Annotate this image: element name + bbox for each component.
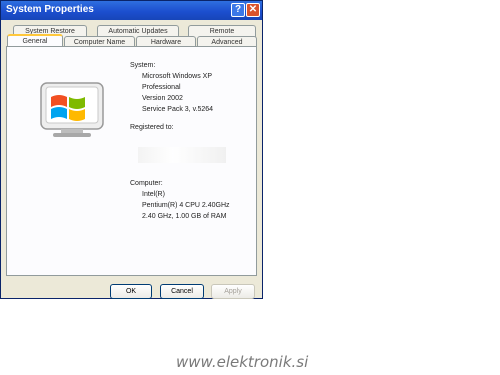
computer-line-ram: 2.40 GHz, 1.00 GB of RAM bbox=[142, 213, 227, 220]
help-icon[interactable]: ? bbox=[231, 3, 245, 17]
registered-heading: Registered to: bbox=[130, 124, 174, 131]
system-line-version: Version 2002 bbox=[142, 95, 183, 102]
close-icon[interactable]: ✕ bbox=[246, 3, 260, 17]
computer-line-vendor: Intel(R) bbox=[142, 191, 165, 198]
system-properties-window: System Properties ? ✕ System Restore Aut… bbox=[0, 0, 263, 299]
computer-line-cpu: Pentium(R) 4 CPU 2.40GHz bbox=[142, 202, 230, 209]
system-line-edition: Professional bbox=[142, 84, 181, 91]
title-bar[interactable]: System Properties ? ✕ bbox=[1, 1, 262, 20]
system-line-os: Microsoft Windows XP bbox=[142, 73, 213, 80]
redacted-registration bbox=[138, 147, 226, 163]
system-line-service-pack: Service Pack 3, v.5264 bbox=[142, 106, 214, 113]
computer-heading: Computer: bbox=[130, 180, 163, 187]
system-heading: System: bbox=[130, 62, 156, 69]
windows-logo-icon bbox=[39, 81, 107, 139]
ok-button[interactable]: OK bbox=[110, 284, 152, 299]
cancel-button[interactable]: Cancel bbox=[160, 284, 204, 299]
apply-button[interactable]: Apply bbox=[211, 284, 255, 299]
window-title: System Properties bbox=[6, 4, 94, 15]
watermark-text: www.elektronik.si bbox=[176, 353, 309, 371]
